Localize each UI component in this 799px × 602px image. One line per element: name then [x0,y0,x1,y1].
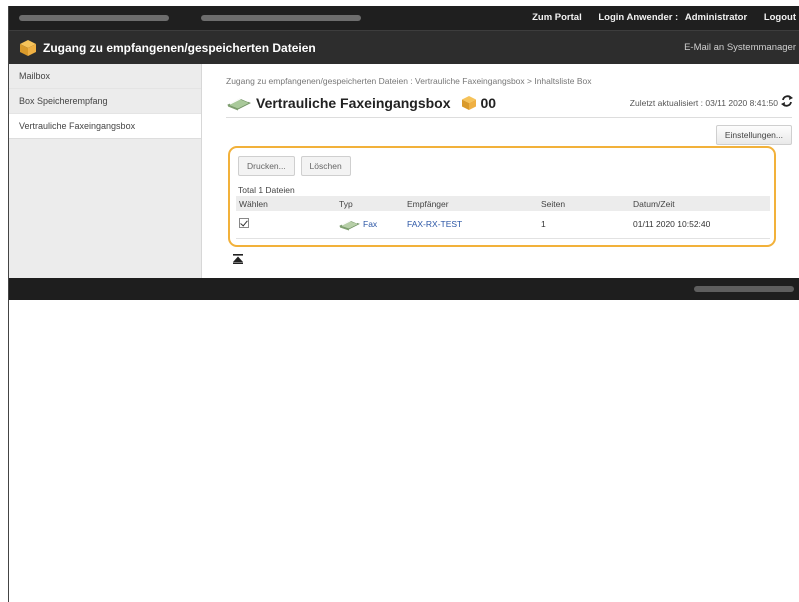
top-links: Zum Portal Login Anwender : Administrato… [518,12,796,23]
print-button[interactable]: Drucken... [238,156,295,176]
logout-link[interactable]: Logout [764,12,796,23]
page-heading: Vertrauliche Faxeingangsbox 00 [226,92,496,114]
refresh-icon[interactable] [780,94,794,108]
sidebar-item-mailbox[interactable]: Mailbox [9,64,201,89]
box-icon [461,96,476,110]
title-bar: Zugang zu empfangenen/gespeicherten Date… [9,30,799,64]
sidebar-item-memory-rx-box[interactable]: Box Speicherempfang [9,89,201,114]
select-cell [236,211,336,239]
box-number: 00 [480,95,497,111]
redacted-device-name [19,15,169,21]
scroll-to-top-icon[interactable] [233,254,243,264]
redacted-copyright [694,286,794,292]
redacted-device-address [201,15,361,21]
footer [9,278,799,300]
column-header-pages: Seiten [538,196,630,211]
breadcrumb: Zugang zu empfangenen/gespeicherten Date… [226,76,592,86]
column-header-select: Wählen [236,196,336,211]
column-header-recipient: Empfänger [404,196,538,211]
recipient-cell: FAX-RX-TEST [404,211,538,239]
total-files: Total 1 Dateien [238,185,295,195]
page-header-title: Zugang zu empfangenen/gespeicherten Date… [43,41,316,55]
row-checkbox[interactable] [239,218,249,229]
fax-document-icon [339,220,360,231]
portal-link[interactable]: Zum Portal [532,12,582,23]
type-cell: Fax [336,211,404,239]
file-type: Fax [363,219,378,230]
heading-divider [226,117,792,118]
app-window: Zum Portal Login Anwender : Administrato… [8,6,799,602]
file-list-panel: Drucken... Löschen Total 1 Dateien Wähle… [228,146,776,247]
table-header-row: Wählen Typ Empfänger Seiten Datum/Zeit [236,196,770,211]
mail-admin-link[interactable]: E-Mail an Systemmanager [684,42,796,53]
settings-button[interactable]: Einstellungen... [715,125,792,145]
column-header-type: Typ [336,196,404,211]
column-header-datetime: Datum/Zeit [630,196,770,211]
page-title: Vertrauliche Faxeingangsbox [256,95,451,111]
recipient-link[interactable]: FAX-RX-TEST [407,219,462,229]
fax-box-icon [227,97,251,111]
login-user-label: Login Anwender : [598,12,679,23]
sidebar: Mailbox Box Speicherempfang Vertrauliche… [9,64,202,278]
pages-cell: 1 [538,211,630,239]
datetime-cell: 01/11 2020 10:52:40 [630,211,770,239]
sidebar-item-confidential-fax-inbox[interactable]: Vertrauliche Faxeingangsbox [9,114,201,139]
main-content: Zugang zu empfangenen/gespeicherten Date… [202,64,799,278]
file-actions: Drucken... Löschen [238,156,354,176]
last-updated: Zuletzt aktualisiert : 03/11 2020 8:41:5… [629,98,778,108]
delete-button[interactable]: Löschen [300,156,351,176]
file-table: Wählen Typ Empfänger Seiten Datum/Zeit F… [236,196,770,239]
top-bar: Zum Portal Login Anwender : Administrato… [9,6,799,30]
box-logo-icon [20,40,36,56]
table-row: Fax FAX-RX-TEST 1 01/11 2020 10:52:40 [236,211,770,239]
login-user-value: Administrator [684,12,748,23]
